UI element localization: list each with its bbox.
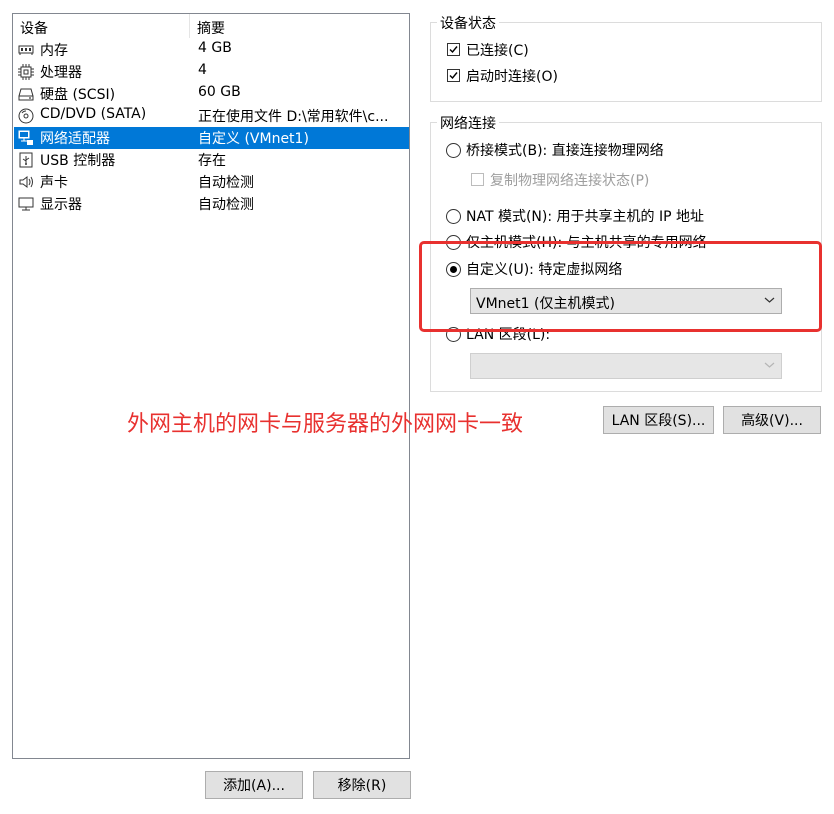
add-button[interactable]: 添加(A)...	[205, 771, 303, 799]
device-status-group	[430, 22, 822, 102]
connect-at-power-on-checkbox[interactable]	[447, 69, 460, 82]
nat-radio[interactable]	[446, 209, 461, 224]
device-row-cd-dvd[interactable]: CD/DVD (SATA) 正在使用文件 D:\常用软件\c...	[14, 105, 409, 127]
connect-at-power-on-label[interactable]: 启动时连接(O)	[466, 66, 558, 86]
hard-disk-icon	[18, 86, 34, 102]
monitor-icon	[18, 196, 34, 212]
device-name: 声卡	[40, 175, 68, 191]
cpu-icon	[18, 64, 34, 80]
device-row-hard-disk[interactable]: 硬盘 (SCSI) 60 GB	[14, 83, 409, 105]
device-name: 显示器	[40, 197, 82, 213]
network-adapter-icon	[18, 130, 34, 146]
nat-label[interactable]: NAT 模式(N): 用于共享主机的 IP 地址	[466, 206, 704, 226]
replicate-state-label[interactable]: 复制物理网络连接状态(P)	[490, 170, 649, 190]
device-name: CD/DVD (SATA)	[40, 106, 147, 122]
device-summary: 4	[198, 62, 207, 78]
device-summary: 4 GB	[198, 40, 232, 56]
device-summary: 存在	[198, 153, 226, 169]
cd-dvd-icon	[18, 108, 34, 124]
column-header-summary[interactable]: 摘要	[197, 18, 225, 38]
connected-checkbox[interactable]	[447, 43, 460, 56]
device-summary: 自定义 (VMnet1)	[198, 131, 309, 147]
device-row-memory[interactable]: 内存 4 GB	[14, 39, 409, 61]
lan-segments-button[interactable]: LAN 区段(S)...	[603, 406, 714, 434]
network-connection-title: 网络连接	[437, 113, 499, 133]
device-name: 内存	[40, 43, 68, 59]
device-summary: 正在使用文件 D:\常用软件\c...	[198, 109, 389, 125]
speaker-icon	[18, 174, 34, 190]
checkmark-icon	[449, 72, 458, 80]
device-row-sound-card[interactable]: 声卡 自动检测	[14, 171, 409, 193]
column-divider[interactable]	[189, 14, 190, 38]
chevron-down-icon	[764, 361, 775, 369]
lan-segment-select[interactable]	[470, 353, 782, 379]
device-list[interactable]: 设备 摘要 内存 4 GB 处理器 4 硬盘 (SCSI) 60 GB CD/D…	[12, 13, 410, 759]
device-name: 硬盘 (SCSI)	[40, 87, 116, 103]
device-status-title: 设备状态	[437, 13, 499, 33]
device-row-network-adapter[interactable]: 网络适配器 自定义 (VMnet1)	[14, 127, 409, 149]
replicate-state-checkbox[interactable]	[471, 173, 484, 186]
device-name: 网络适配器	[40, 131, 110, 147]
remove-button[interactable]: 移除(R)	[313, 771, 411, 799]
highlight-box	[419, 241, 822, 332]
usb-icon	[18, 152, 34, 168]
annotation-text: 外网主机的网卡与服务器的外网网卡一致	[127, 412, 524, 437]
column-header-device[interactable]: 设备	[20, 18, 48, 38]
device-row-display[interactable]: 显示器 自动检测	[14, 193, 409, 215]
advanced-button[interactable]: 高级(V)...	[723, 406, 821, 434]
memory-icon	[18, 42, 34, 58]
device-name: USB 控制器	[40, 153, 116, 169]
device-row-processor[interactable]: 处理器 4	[14, 61, 409, 83]
device-summary: 自动检测	[198, 175, 254, 191]
bridged-label[interactable]: 桥接模式(B): 直接连接物理网络	[466, 140, 664, 160]
device-summary: 60 GB	[198, 84, 241, 100]
device-row-usb-controller[interactable]: USB 控制器 存在	[14, 149, 409, 171]
bridged-radio[interactable]	[446, 143, 461, 158]
checkmark-icon	[449, 46, 458, 54]
list-header: 设备 摘要	[13, 14, 409, 38]
device-name: 处理器	[40, 65, 82, 81]
connected-label[interactable]: 已连接(C)	[466, 40, 529, 60]
device-summary: 自动检测	[198, 197, 254, 213]
